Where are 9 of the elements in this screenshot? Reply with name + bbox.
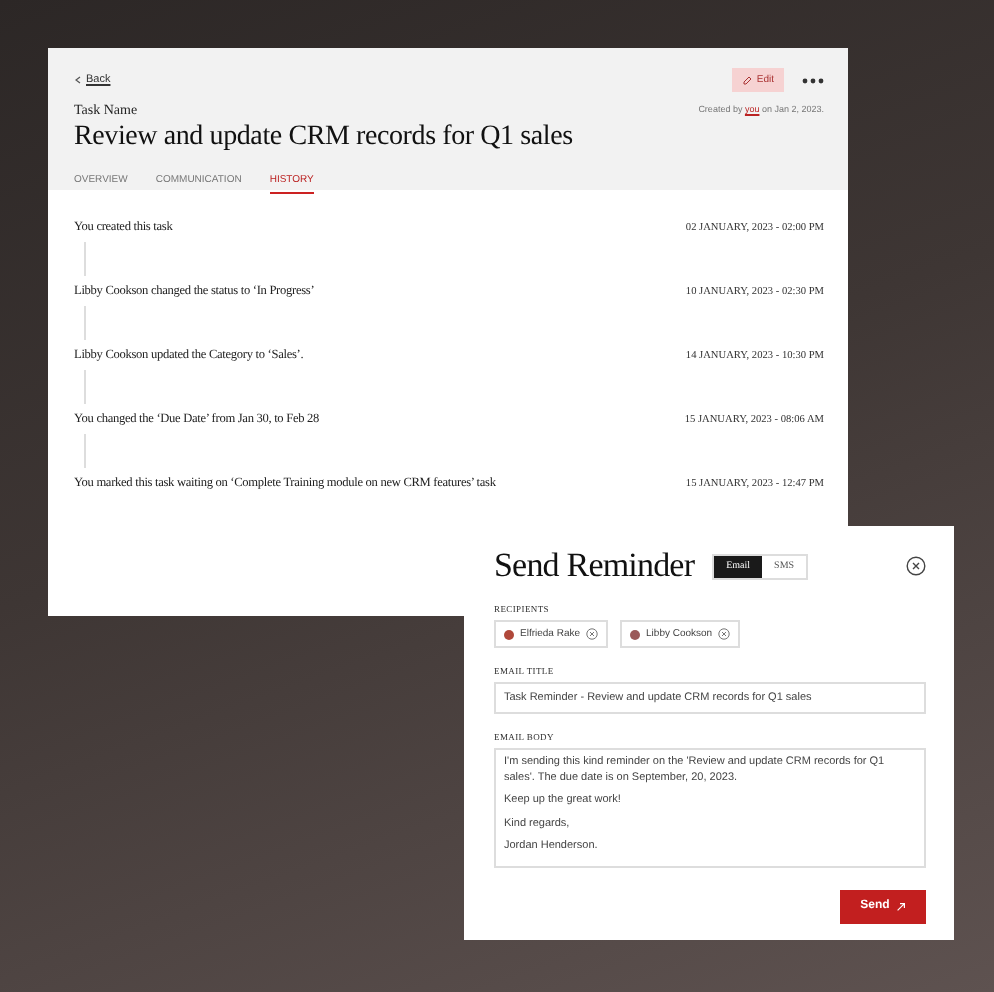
close-icon[interactable]: [906, 556, 926, 576]
pencil-icon: [742, 75, 753, 85]
arrow-icon: [895, 901, 906, 912]
task-title: Review and update CRM records for Q1 sales: [74, 122, 573, 154]
chevron-icon: [74, 76, 82, 84]
remove-icon[interactable]: [718, 628, 731, 640]
dialog-title: Send Reminder: [494, 546, 695, 586]
remove-icon[interactable]: [586, 628, 599, 640]
more-icon[interactable]: [802, 77, 824, 83]
